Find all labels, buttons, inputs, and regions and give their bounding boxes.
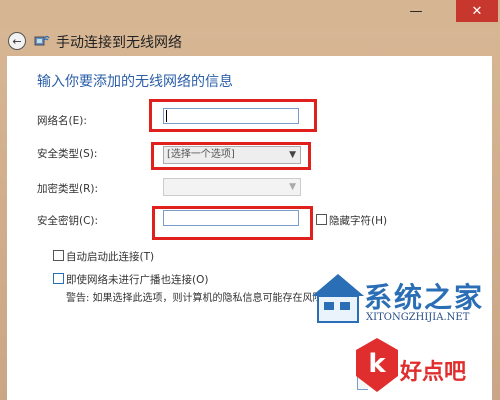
highlight-security-type — [151, 142, 311, 170]
svg-text:k: k — [368, 349, 386, 379]
back-button[interactable]: ← — [8, 32, 26, 50]
network-icon — [34, 35, 50, 46]
highlight-network-name — [149, 99, 317, 132]
site-watermark-xitongzhijia: 系统之家 XITONGZHIJIA.NET — [308, 262, 500, 334]
title-bar: — ✕ — [0, 0, 500, 28]
dialog-title: 手动连接到无线网络 — [56, 35, 182, 51]
hide-chars-label: 隐藏字符(H) — [329, 215, 388, 227]
security-key-label: 安全密钥(C): — [37, 215, 99, 227]
window-frame: — ✕ ← 手动连接到无线网络 输入你要添加的无线网络的信息 网络名(E): 安… — [0, 0, 500, 400]
minimize-icon: — — [409, 3, 423, 19]
back-arrow-icon: ← — [12, 34, 22, 48]
highlight-security-key — [152, 206, 313, 240]
connect-even-label: 即使网络未进行广播也连接(O) — [66, 274, 209, 286]
encryption-type-label: 加密类型(R): — [37, 183, 99, 195]
encryption-type-select[interactable]: ▼ — [163, 178, 301, 196]
house-logo-icon — [312, 274, 364, 323]
warning-text: 警告: 如果选择此选项，则计算机的隐私信息可能存在风险。 — [66, 293, 333, 304]
site-watermark-haodianba: k 好点吧 — [352, 334, 500, 400]
minimize-button[interactable]: — — [402, 0, 430, 22]
form-heading: 输入你要添加的无线网络的信息 — [37, 74, 233, 90]
site-watermark-url: XITONGZHIJIA.NET — [366, 312, 470, 323]
network-name-label: 网络名(E): — [37, 115, 87, 127]
site-watermark-text: 系统之家 — [364, 281, 485, 314]
close-button[interactable]: ✕ — [456, 0, 498, 22]
auto-connect-label: 自动启动此连接(T) — [66, 251, 155, 263]
chevron-down-icon: ▼ — [289, 182, 296, 192]
connect-even-checkbox[interactable] — [53, 273, 64, 284]
hide-chars-checkbox[interactable] — [316, 214, 327, 225]
haodianba-text: 好点吧 — [400, 360, 467, 385]
dialog-header: ← 手动连接到无线网络 — [0, 28, 500, 54]
close-icon: ✕ — [471, 3, 483, 19]
security-type-label: 安全类型(S): — [37, 148, 98, 160]
auto-connect-checkbox[interactable] — [53, 250, 64, 261]
haodianba-logo-icon: k — [356, 338, 398, 392]
